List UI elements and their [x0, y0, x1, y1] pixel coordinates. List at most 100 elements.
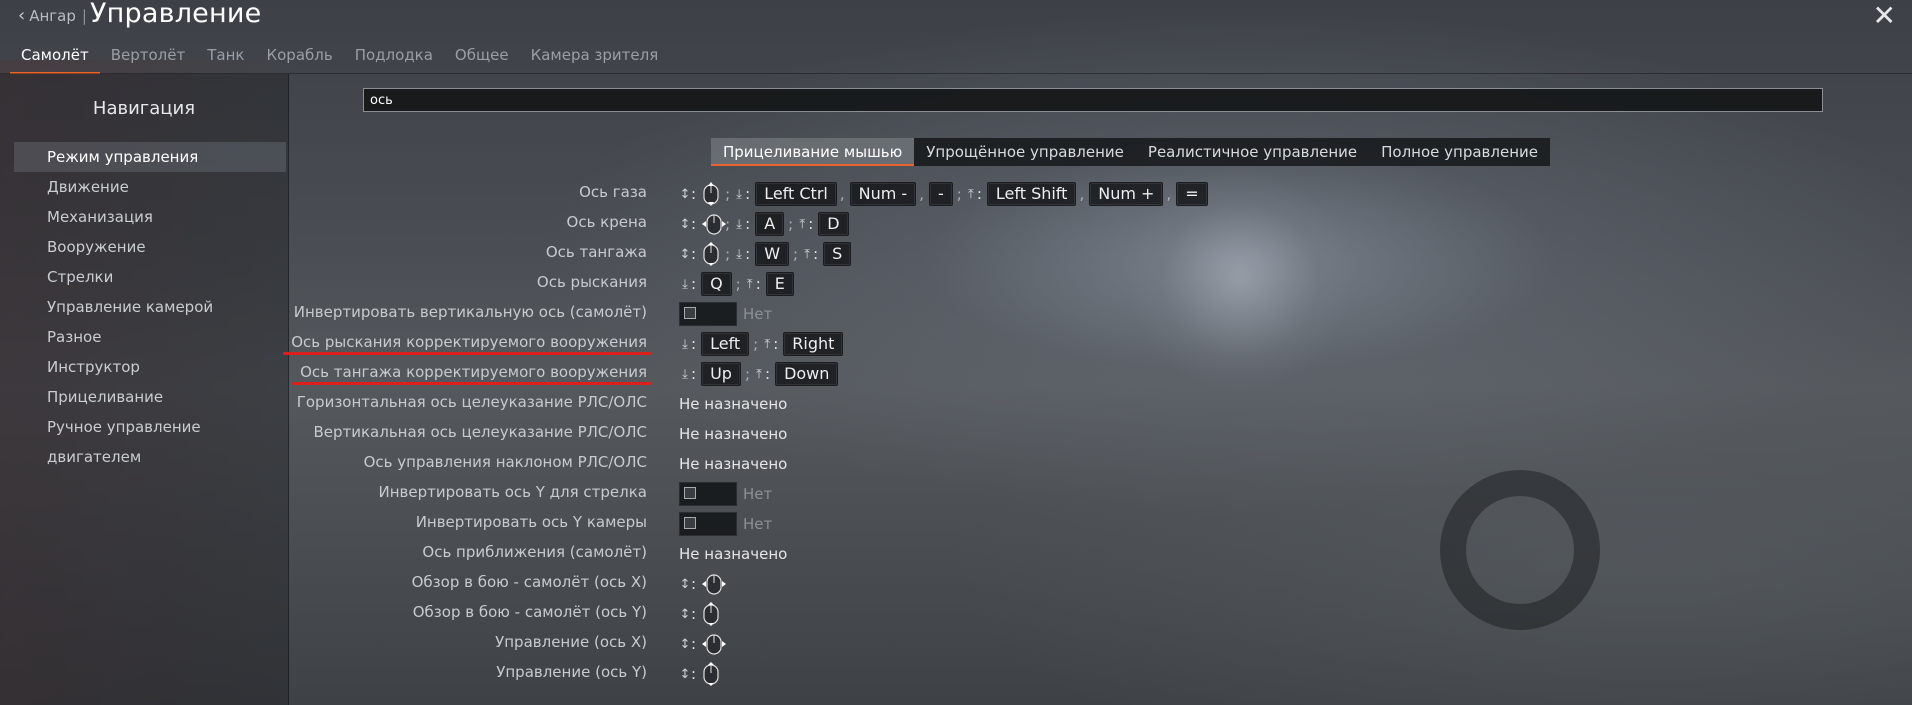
nav-item-mechanization[interactable]: Механизация	[14, 202, 286, 232]
tab-general[interactable]: Общее	[444, 44, 520, 74]
back-to-hangar-link[interactable]: ‹ Ангар |	[18, 5, 87, 26]
mode-mouse-aim[interactable]: Прицеливание мышью	[711, 138, 915, 166]
tab-aircraft[interactable]: Самолёт	[10, 44, 100, 74]
navigation-list: Режим управления Движение Механизация Во…	[14, 142, 286, 466]
close-icon[interactable]: ✕	[1873, 2, 1896, 30]
mouse-wheel-icon	[702, 182, 720, 206]
key-d[interactable]: D	[818, 212, 849, 236]
decrease-icon: ⤓	[682, 366, 688, 382]
decrease-icon: ⤓	[736, 186, 742, 202]
mode-realistic[interactable]: Реалистичное управление	[1136, 138, 1369, 166]
tab-spectator-camera[interactable]: Камера зрителя	[520, 44, 670, 74]
key-left-ctrl[interactable]: Left Ctrl	[755, 182, 837, 206]
back-label: Ангар	[29, 6, 76, 25]
binding-label: Ось управления наклоном РЛС/ОЛС	[363, 453, 647, 471]
nav-item-movement[interactable]: Движение	[14, 172, 286, 202]
tab-helicopter[interactable]: Вертолёт	[100, 44, 197, 74]
binding-row-combat-view-y: Обзор в бою - самолёт (ось Y) ↕:	[290, 599, 1590, 629]
binding-label: Управление (ось X)	[495, 633, 647, 651]
binding-value[interactable]: Не назначено	[679, 539, 787, 569]
binding-value[interactable]: ↕: ; ⤓: W ; ⤒: S	[679, 239, 852, 269]
increase-icon: ⤒	[799, 216, 806, 232]
axis-icon: ↕	[679, 246, 691, 262]
nav-item-instructor[interactable]: Инструктор	[14, 352, 286, 382]
key-q[interactable]: Q	[701, 272, 732, 296]
decrease-icon: ⤓	[682, 336, 688, 352]
key-num-minus[interactable]: Num -	[849, 182, 917, 206]
binding-label: Ось газа	[579, 183, 647, 201]
key-s[interactable]: S	[823, 242, 852, 266]
key-left[interactable]: Left	[701, 332, 750, 356]
binding-value[interactable]: ↕:	[679, 569, 727, 599]
tab-submarine[interactable]: Подлодка	[344, 44, 444, 74]
nav-item-gunners[interactable]: Стрелки	[14, 262, 286, 292]
toggle-knob	[684, 487, 696, 499]
mouse-horizontal-icon	[702, 572, 727, 596]
toggle-state-text: Нет	[743, 515, 773, 533]
binding-value[interactable]: ↕: ; ⤓: Left Ctrl, Num -, - ; ⤒: Left Sh…	[679, 179, 1209, 209]
invert-toggle[interactable]	[679, 512, 737, 536]
key-w[interactable]: W	[755, 242, 790, 266]
axis-icon: ↕	[679, 606, 691, 622]
mouse-horizontal-icon	[702, 632, 727, 656]
key-e[interactable]: E	[765, 272, 794, 296]
binding-row-control-y: Управление (ось Y) ↕:	[290, 659, 1590, 689]
binding-row-invert-camera-y: Инвертировать ось Y камеры Нет	[290, 509, 1590, 539]
binding-value[interactable]: ↕:	[679, 629, 727, 659]
mouse-horizontal-icon	[702, 212, 727, 236]
mode-simplified[interactable]: Упрощённое управление	[914, 138, 1136, 166]
invert-toggle[interactable]	[679, 482, 737, 506]
binding-value[interactable]: Не назначено	[679, 449, 787, 479]
binding-row-control-x: Управление (ось X) ↕:	[290, 629, 1590, 659]
binding-value[interactable]: Не назначено	[679, 389, 787, 419]
mode-full[interactable]: Полное управление	[1369, 138, 1550, 166]
binding-row-pitch-axis: Ось тангажа ↕: ; ⤓: W ; ⤒: S	[290, 239, 1590, 269]
search-input[interactable]	[363, 88, 1823, 112]
increase-icon: ⤒	[756, 366, 762, 382]
key-equals[interactable]: =	[1176, 182, 1208, 206]
binding-value[interactable]: ⤓: Q ; ⤒: E	[679, 269, 795, 299]
navigation-title: Навигация	[92, 98, 196, 119]
key-left-shift[interactable]: Left Shift	[986, 182, 1077, 206]
nav-item-misc[interactable]: Разное	[14, 322, 286, 352]
binding-label: Горизонтальная ось целеуказание РЛС/ОЛС	[296, 393, 647, 411]
tab-tank[interactable]: Танк	[196, 44, 255, 74]
axis-icon: ↕	[679, 666, 691, 682]
binding-label: Инвертировать ось Y для стрелка	[378, 483, 647, 501]
binding-value[interactable]: ↕: ; ⤓: A ; ⤒: D	[679, 209, 850, 239]
binding-row-radar-tilt-axis: Ось управления наклоном РЛС/ОЛС Не назна…	[290, 449, 1590, 479]
increase-icon: ⤒	[804, 246, 810, 262]
nav-item-manual-engine-control[interactable]: Ручное управление двигателем	[14, 412, 286, 466]
key-down[interactable]: Down	[775, 362, 839, 386]
axis-icon: ↕	[679, 636, 691, 652]
binding-row-guided-weapon-yaw-axis: Ось рыскания корректируемого вооружения …	[283, 329, 1590, 359]
increase-icon: ⤒	[746, 276, 753, 292]
binding-row-guided-weapon-pitch-axis: Ось тангажа корректируемого вооружения ⤓…	[290, 359, 1590, 389]
nav-item-control-mode[interactable]: Режим управления	[14, 142, 286, 172]
binding-value: Нет	[679, 479, 772, 509]
binding-value[interactable]: Не назначено	[679, 419, 787, 449]
nav-item-weapons[interactable]: Вооружение	[14, 232, 286, 262]
binding-row-combat-view-x: Обзор в бою - самолёт (ось X) ↕:	[290, 569, 1590, 599]
binding-row-throttle-axis: Ось газа ↕: ; ⤓: Left Ctrl, Num -, - ; ⤒…	[290, 179, 1590, 209]
key-up[interactable]: Up	[701, 362, 741, 386]
binding-value[interactable]: ⤓: Up ; ⤒: Down	[679, 359, 839, 389]
binding-label: Обзор в бою - самолёт (ось X)	[411, 573, 647, 591]
binding-value[interactable]: ↕:	[679, 659, 722, 689]
tab-ship[interactable]: Корабль	[255, 44, 343, 74]
nav-item-camera-control[interactable]: Управление камерой	[14, 292, 286, 322]
key-minus[interactable]: -	[928, 182, 953, 206]
toggle-knob	[684, 307, 696, 319]
key-a[interactable]: A	[755, 212, 785, 236]
binding-label: Ось тангажа корректируемого вооружения	[292, 363, 651, 385]
key-right[interactable]: Right	[783, 332, 844, 356]
nav-item-aiming[interactable]: Прицеливание	[14, 382, 286, 412]
binding-value[interactable]: ⤓: Left ; ⤒: Right	[679, 329, 844, 359]
binding-label: Вертикальная ось целеуказание РЛС/ОЛС	[313, 423, 647, 441]
key-num-plus[interactable]: Num +	[1089, 182, 1164, 206]
binding-value[interactable]: ↕:	[679, 599, 722, 629]
back-separator: |	[81, 6, 87, 25]
invert-toggle[interactable]	[679, 302, 737, 326]
navigation-panel: Навигация Режим управления Движение Меха…	[0, 74, 289, 705]
binding-label: Ось приближения (самолёт)	[422, 543, 647, 561]
